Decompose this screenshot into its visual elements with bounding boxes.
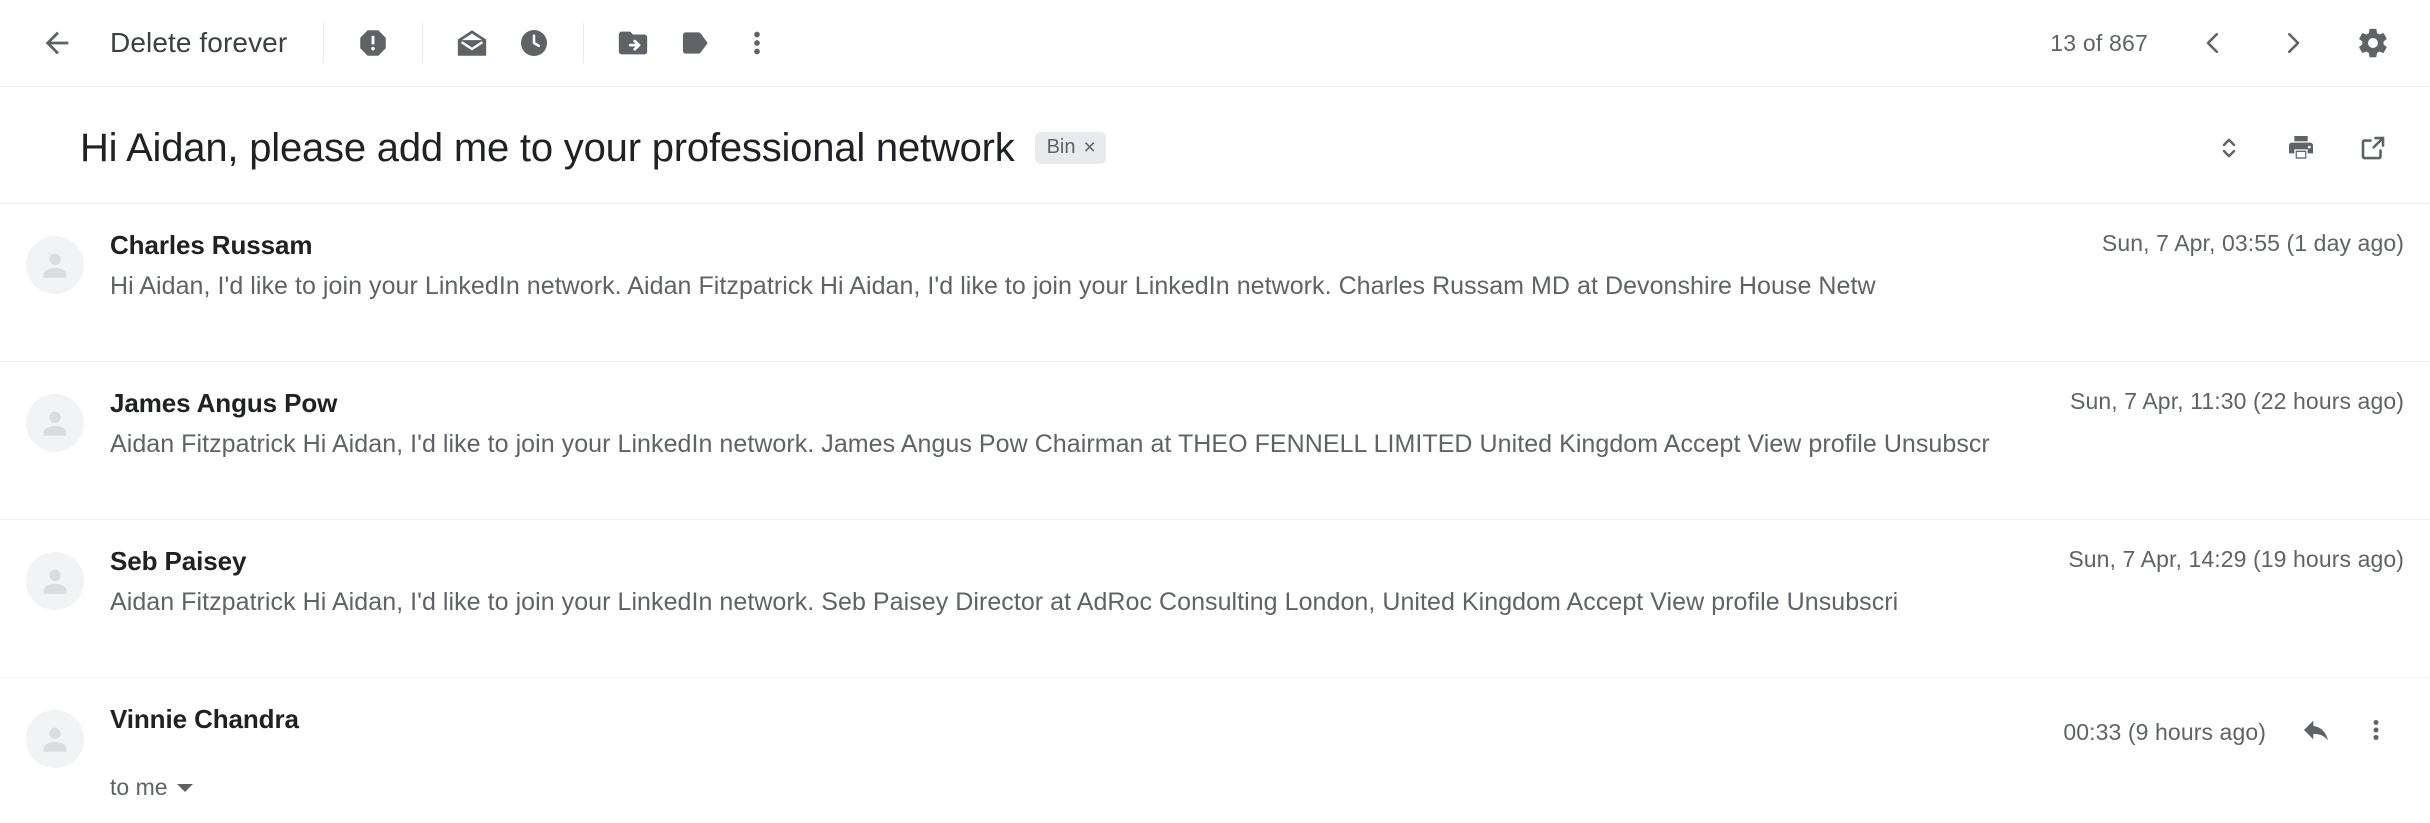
reply-button[interactable] bbox=[2288, 704, 2344, 760]
label-chip-bin[interactable]: Bin × bbox=[1034, 132, 1106, 164]
subject-left: Hi Aidan, please add me to your professi… bbox=[80, 126, 2198, 171]
message-body: Charles Russam Sun, 7 Apr, 03:55 (1 day … bbox=[110, 230, 2404, 301]
person-avatar-icon bbox=[38, 564, 72, 598]
message-meta: Sun, 7 Apr, 11:30 (22 hours ago) bbox=[2070, 388, 2404, 415]
message-snippet: Aidan Fitzpatrick Hi Aidan, I'd like to … bbox=[110, 588, 1899, 616]
message-meta: Sun, 7 Apr, 14:29 (19 hours ago) bbox=[2068, 546, 2404, 573]
toolbar-right-actions: 13 of 867 bbox=[2050, 12, 2404, 74]
message-row-collapsed[interactable]: Seb Paisey Sun, 7 Apr, 14:29 (19 hours a… bbox=[0, 519, 2430, 677]
message-header: James Angus Pow Sun, 7 Apr, 11:30 (22 ho… bbox=[110, 388, 2404, 419]
avatar bbox=[26, 552, 84, 610]
message-timestamp: 00:33 (9 hours ago) bbox=[2063, 718, 2266, 745]
expand-collapse-icon bbox=[2214, 133, 2244, 163]
chevron-left-icon bbox=[2198, 28, 2228, 58]
label-tag-icon bbox=[678, 26, 712, 60]
toolbar-divider-3 bbox=[583, 23, 585, 63]
more-options-button[interactable] bbox=[726, 12, 788, 74]
label-chip-remove-icon[interactable]: × bbox=[1084, 137, 1096, 158]
expand-all-button[interactable] bbox=[2198, 117, 2260, 179]
message-row-expanded[interactable]: Vinnie Chandra 00:33 (9 hours ago) to me bbox=[0, 677, 2430, 823]
move-to-folder-icon bbox=[616, 26, 650, 60]
mark-as-unread-button[interactable] bbox=[441, 12, 503, 74]
message-sender: James Angus Pow bbox=[110, 388, 338, 418]
email-thread-view: Delete forever 13 of 867 Hi Aidan, pleas… bbox=[0, 0, 2430, 823]
gear-icon bbox=[2356, 26, 2390, 60]
message-body: Seb Paisey Sun, 7 Apr, 14:29 (19 hours a… bbox=[110, 546, 2404, 617]
more-vert-icon bbox=[2361, 715, 2391, 750]
toolbar-divider-2 bbox=[422, 23, 424, 63]
message-header: Charles Russam Sun, 7 Apr, 03:55 (1 day … bbox=[110, 230, 2404, 261]
message-meta: 00:33 (9 hours ago) bbox=[2063, 704, 2404, 760]
toolbar-left-actions: Delete forever bbox=[26, 12, 2050, 74]
chevron-down-icon bbox=[176, 783, 193, 792]
back-button[interactable] bbox=[26, 12, 88, 74]
recipients-label: to me bbox=[110, 774, 168, 800]
page-title: Hi Aidan, please add me to your professi… bbox=[80, 125, 1015, 170]
person-avatar-icon bbox=[38, 722, 72, 756]
report-spam-icon bbox=[356, 26, 390, 60]
arrow-back-icon bbox=[40, 26, 74, 60]
message-snippet: Aidan Fitzpatrick Hi Aidan, I'd like to … bbox=[110, 430, 1990, 458]
message-timestamp: Sun, 7 Apr, 03:55 (1 day ago) bbox=[2101, 230, 2404, 256]
message-header: Seb Paisey Sun, 7 Apr, 14:29 (19 hours a… bbox=[110, 546, 2404, 577]
clock-snooze-icon bbox=[517, 26, 551, 60]
chevron-right-icon bbox=[2278, 28, 2308, 58]
report-spam-button[interactable] bbox=[342, 12, 404, 74]
message-meta: Sun, 7 Apr, 03:55 (1 day ago) bbox=[2102, 230, 2404, 257]
message-row-collapsed[interactable]: James Angus Pow Sun, 7 Apr, 11:30 (22 ho… bbox=[0, 361, 2430, 519]
open-in-new-icon bbox=[2358, 133, 2388, 163]
message-timestamp: Sun, 7 Apr, 11:30 (22 hours ago) bbox=[2070, 388, 2404, 414]
message-sender: Vinnie Chandra bbox=[110, 704, 299, 734]
subject-header: Hi Aidan, please add me to your professi… bbox=[0, 87, 2430, 203]
message-row-collapsed[interactable]: Charles Russam Sun, 7 Apr, 03:55 (1 day … bbox=[0, 203, 2430, 361]
delete-forever-button[interactable]: Delete forever bbox=[110, 27, 287, 59]
avatar bbox=[26, 236, 84, 294]
message-timestamp: Sun, 7 Apr, 14:29 (19 hours ago) bbox=[2068, 546, 2404, 572]
label-chip-text: Bin bbox=[1046, 136, 1076, 158]
reply-icon bbox=[2300, 714, 2332, 751]
person-avatar-icon bbox=[38, 248, 72, 282]
avatar bbox=[26, 394, 84, 452]
message-header: Vinnie Chandra 00:33 (9 hours ago) bbox=[110, 704, 2404, 760]
snooze-button[interactable] bbox=[503, 12, 565, 74]
recipients-dropdown[interactable]: to me bbox=[110, 774, 193, 801]
message-snippet: Hi Aidan, I'd like to join your LinkedIn… bbox=[110, 272, 1876, 300]
message-sender: Charles Russam bbox=[110, 230, 313, 260]
message-sender: Seb Paisey bbox=[110, 546, 247, 576]
message-body: Vinnie Chandra 00:33 (9 hours ago) to me bbox=[110, 704, 2404, 801]
print-icon bbox=[2285, 132, 2317, 164]
labels-button[interactable] bbox=[664, 12, 726, 74]
message-counter: 13 of 867 bbox=[2050, 29, 2148, 56]
more-vert-icon bbox=[740, 26, 774, 60]
message-more-options-button[interactable] bbox=[2348, 704, 2404, 760]
thread-toolbar: Delete forever 13 of 867 bbox=[0, 0, 2430, 87]
open-in-new-window-button[interactable] bbox=[2342, 117, 2404, 179]
next-message-button[interactable] bbox=[2262, 12, 2324, 74]
previous-message-button[interactable] bbox=[2182, 12, 2244, 74]
toolbar-divider-1 bbox=[323, 23, 325, 63]
mark-as-unread-icon bbox=[455, 26, 489, 60]
print-button[interactable] bbox=[2270, 117, 2332, 179]
settings-button[interactable] bbox=[2342, 12, 2404, 74]
message-body: James Angus Pow Sun, 7 Apr, 11:30 (22 ho… bbox=[110, 388, 2404, 459]
person-avatar-icon bbox=[38, 406, 72, 440]
message-list: Charles Russam Sun, 7 Apr, 03:55 (1 day … bbox=[0, 203, 2430, 823]
avatar bbox=[26, 710, 84, 768]
subject-actions bbox=[2198, 117, 2404, 179]
move-to-button[interactable] bbox=[602, 12, 664, 74]
